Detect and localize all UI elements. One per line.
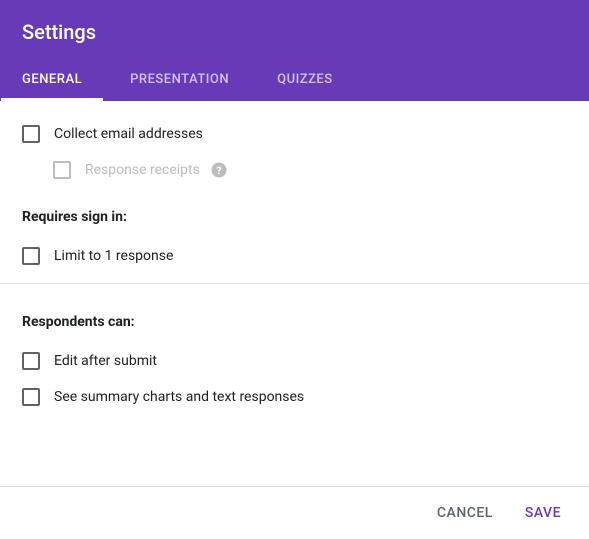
help-icon[interactable]: ? bbox=[210, 161, 228, 179]
checkbox-collect-email[interactable] bbox=[22, 125, 40, 143]
section-divider bbox=[0, 283, 589, 284]
svg-text:?: ? bbox=[216, 164, 221, 177]
label-limit-response: Limit to 1 response bbox=[54, 248, 173, 264]
checkbox-see-summary[interactable] bbox=[22, 388, 40, 406]
settings-content: Collect email addresses Response receipt… bbox=[0, 101, 589, 406]
tabs-container: GENERAL PRESENTATION QUIZZES bbox=[22, 72, 567, 101]
option-limit-response: Limit to 1 response bbox=[22, 247, 567, 265]
settings-title: Settings bbox=[22, 20, 567, 44]
checkbox-edit-after-submit[interactable] bbox=[22, 352, 40, 370]
label-see-summary: See summary charts and text responses bbox=[54, 389, 304, 405]
checkbox-response-receipts bbox=[53, 161, 71, 179]
tab-presentation[interactable]: PRESENTATION bbox=[130, 72, 229, 101]
settings-header: Settings GENERAL PRESENTATION QUIZZES bbox=[0, 0, 589, 101]
option-collect-email: Collect email addresses bbox=[22, 125, 567, 143]
checkbox-limit-response[interactable] bbox=[22, 247, 40, 265]
label-response-receipts: Response receipts bbox=[85, 162, 200, 178]
option-response-receipts: Response receipts ? bbox=[53, 161, 567, 179]
heading-requires-signin: Requires sign in: bbox=[22, 209, 567, 225]
label-collect-email: Collect email addresses bbox=[54, 126, 203, 142]
label-edit-after-submit: Edit after submit bbox=[54, 353, 157, 369]
heading-respondents-can: Respondents can: bbox=[22, 314, 567, 330]
option-edit-after-submit: Edit after submit bbox=[22, 352, 567, 370]
tab-general[interactable]: GENERAL bbox=[22, 72, 82, 101]
tab-quizzes[interactable]: QUIZZES bbox=[277, 72, 333, 101]
option-see-summary: See summary charts and text responses bbox=[22, 388, 567, 406]
cancel-button[interactable]: CANCEL bbox=[437, 505, 493, 521]
footer: CANCEL SAVE bbox=[0, 486, 589, 539]
save-button[interactable]: SAVE bbox=[525, 505, 561, 521]
